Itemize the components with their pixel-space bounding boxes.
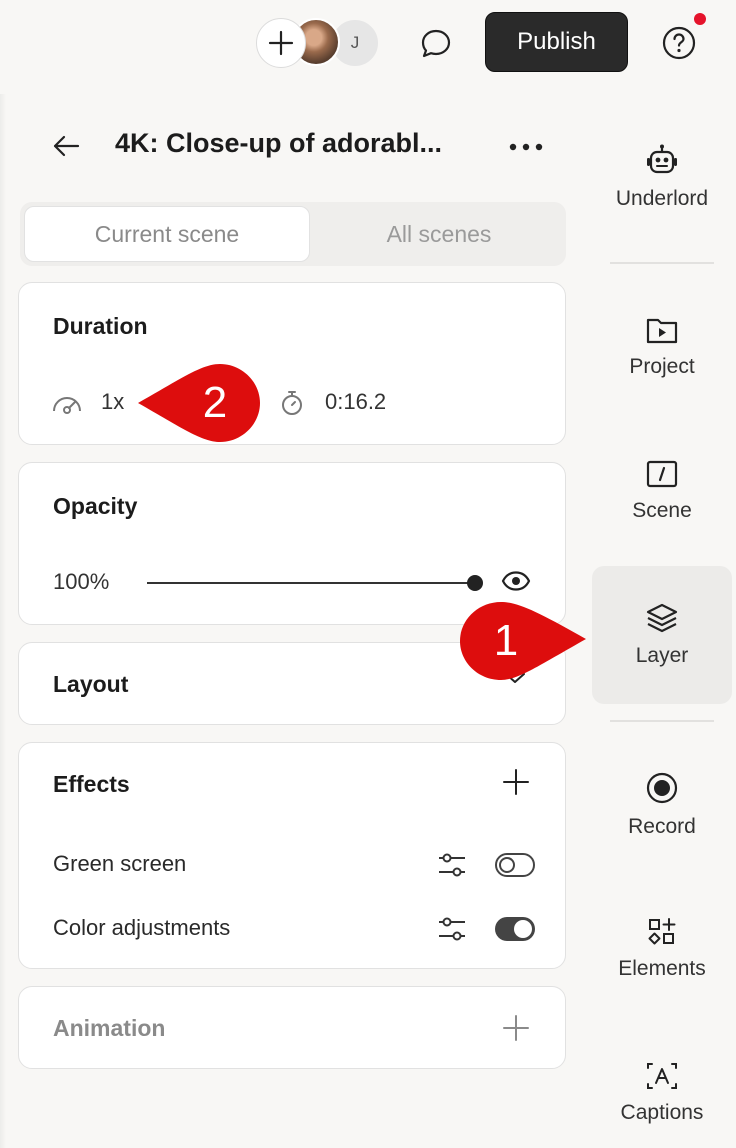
robot-icon [647,144,677,174]
plus-icon [268,30,294,56]
scene-scope-toggle: Current scene All scenes [20,202,566,266]
rail-label: Underlord [615,187,709,210]
comments-button[interactable] [414,22,458,66]
eye-icon[interactable] [501,569,531,593]
question-circle-icon [662,26,696,60]
effects-card: Effects Green screen Color adjustments [18,742,566,969]
back-button[interactable] [46,126,86,166]
rail-item-scene[interactable]: Scene [592,422,732,560]
effect-label: Color adjustments [53,915,231,940]
duration-card: Duration 1x 0:16.2 [18,282,566,445]
animation-title: Animation [53,1015,166,1041]
playback-speed[interactable]: 1x [101,389,124,415]
rail-item-layer[interactable]: Layer [592,566,732,704]
rail-divider [610,720,714,722]
rail-item-record[interactable]: Record [592,736,732,874]
speedometer-icon [53,397,81,414]
layer-title: 4K: Close-up of adorabl... [115,128,443,158]
opacity-slider-thumb[interactable] [467,575,483,591]
folder-play-icon [646,318,678,344]
add-collaborator-button[interactable] [256,18,306,68]
callout-2-number: 2 [202,378,228,427]
rail-label: Record [628,815,696,838]
scene-slash-icon [646,460,678,488]
color-adjustments-toggle[interactable] [495,917,535,941]
arrow-left-icon [53,135,80,157]
add-animation-icon[interactable] [501,1013,531,1043]
layers-icon [646,603,678,633]
rail-label: Scene [632,499,692,522]
green-screen-toggle[interactable] [495,853,535,877]
captions-icon [647,1063,677,1089]
panel-edge [0,94,6,1148]
more-horizontal-icon [509,143,543,151]
effects-title: Effects [53,771,130,797]
rail-item-captions[interactable]: Captions [592,1024,732,1148]
layout-title: Layout [53,671,129,697]
record-icon [646,772,678,804]
opacity-title: Opacity [53,493,138,519]
rail-divider [610,262,714,264]
help-button[interactable] [656,20,702,66]
callout-1-number: 1 [493,616,519,665]
notification-dot [694,13,706,25]
stopwatch-icon [282,391,302,415]
more-options-button[interactable] [502,130,550,164]
effect-label: Green screen [53,851,187,876]
add-effect-icon[interactable] [501,767,531,797]
opacity-slider-track[interactable] [147,582,477,584]
rail-item-underlord[interactable]: Underlord [592,108,732,246]
sliders-icon[interactable] [437,851,467,879]
rail-label: Elements [618,957,706,980]
duration-title: Duration [53,313,148,339]
rail-label: Project [629,355,695,378]
rail-item-elements[interactable]: Elements [592,880,732,1018]
rail-item-project[interactable]: Project [592,278,732,416]
publish-button[interactable]: Publish [485,12,628,72]
opacity-value[interactable]: 100% [53,569,109,595]
tab-current-scene[interactable]: Current scene [24,206,310,262]
tab-all-scenes[interactable]: All scenes [316,206,562,262]
shapes-icon [648,918,676,945]
sliders-icon[interactable] [437,915,467,943]
rail-label: Captions [620,1101,704,1124]
rail-label: Layer [635,644,689,667]
animation-card[interactable]: Animation [18,986,566,1069]
chat-bubble-icon [421,29,451,58]
duration-value[interactable]: 0:16.2 [325,389,386,415]
